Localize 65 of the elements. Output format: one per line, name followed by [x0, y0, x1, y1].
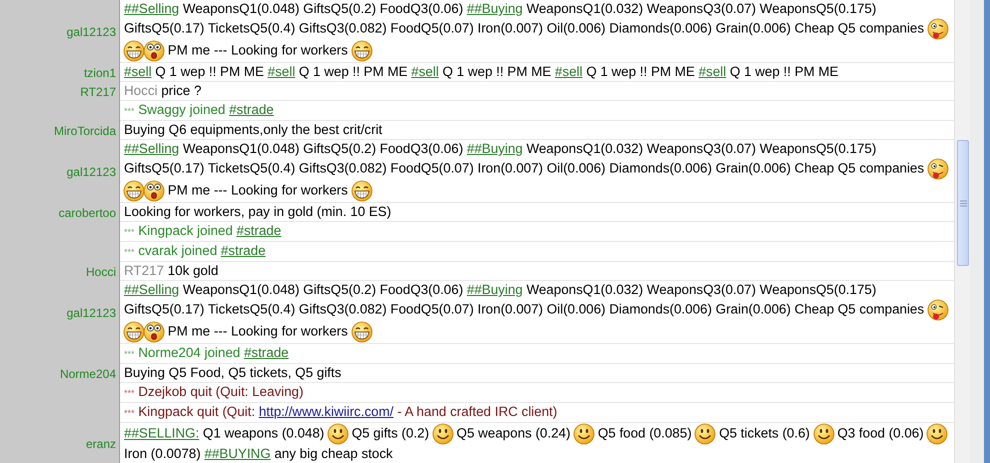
message-text: Buying Q6 equipments,only the best crit/crit: [124, 121, 384, 139]
channel-link[interactable]: ##Selling: [124, 141, 180, 156]
channel-link[interactable]: #sell: [268, 64, 296, 79]
shocked-emoji-icon: [143, 180, 165, 202]
channel-link[interactable]: ##Buying: [466, 282, 523, 297]
nickname[interactable]: MiroTorcida: [54, 124, 116, 138]
message-text: ##Selling WeaponsQ1(0.048) GiftsQ5(0.2) FoodQ3(0.06) ##Buying WeaponsQ1(0.032) WeaponsQ3(0.07) WeaponsQ5(0.175) GiftsQ5(0.17) TicketsQ5(0.4) GiftsQ3(0.082) FoodQ5(0.07) Iron(0.007) Oil(0.006) Diamonds(0.006) Grain(0.006) Cheap Q5 companies PM me --- Looking for workers: [124, 281, 950, 343]
shocked-emoji-icon: [143, 40, 165, 62]
smiley-icon: [812, 423, 835, 445]
join-notice: *** cvarak joined #strade: [124, 242, 267, 260]
nickname[interactable]: RT217: [80, 84, 116, 98]
channel-link[interactable]: #strade: [236, 223, 282, 238]
channel-link[interactable]: #sell: [124, 64, 152, 79]
grin-emoji-icon: [350, 321, 373, 343]
channel-link[interactable]: #sell: [554, 64, 582, 79]
channel-link[interactable]: #strade: [244, 345, 289, 360]
channel-link[interactable]: #sell: [411, 64, 439, 79]
grin-emoji-icon: [123, 40, 145, 62]
quit-notice: *** Kingpack quit (Quit: http://www.kiwiirc.com/ - A hand crafted IRC client): [124, 403, 558, 421]
smiley-icon: [926, 423, 948, 445]
channel-link[interactable]: ##Buying: [466, 141, 523, 156]
channel-link[interactable]: #strade: [220, 243, 266, 258]
channel-link[interactable]: ##Buying: [466, 1, 523, 16]
nickname[interactable]: gal12123: [66, 306, 116, 320]
smiley-icon: [432, 423, 454, 445]
nickname[interactable]: Hocci: [86, 264, 116, 278]
grip-icon: [960, 200, 966, 206]
join-notice: *** Swaggy joined #strade: [124, 101, 275, 119]
smiley-icon: [694, 423, 716, 445]
scrollbar-thumb[interactable]: [957, 140, 969, 266]
tongue-emoji-icon: [926, 18, 949, 40]
nickname[interactable]: carobertoo: [58, 206, 116, 220]
smiley-icon: [326, 423, 349, 445]
message-text: #sell Q 1 wep !! PM ME #sell Q 1 wep !! PM ME #sell Q 1 wep !! PM ME #sell Q 1 wep !! PM ME #sell Q 1 wep !! PM ME: [124, 63, 840, 81]
smiley-icon: [573, 423, 596, 445]
tongue-emoji-icon: [926, 299, 949, 321]
nickname[interactable]: eranz: [86, 436, 116, 450]
shocked-emoji-icon: [143, 321, 165, 343]
nickname[interactable]: Norme204: [60, 366, 116, 380]
message-text: Looking for workers, pay in gold (min. 10 ES): [124, 203, 392, 221]
message-text: ##Selling WeaponsQ1(0.048) GiftsQ5(0.2) FoodQ3(0.06) ##Buying WeaponsQ1(0.032) WeaponsQ3(0.07) WeaponsQ5(0.175) GiftsQ5(0.17) TicketsQ5(0.4) GiftsQ3(0.082) FoodQ5(0.07) Iron(0.007) Oil(0.006) Diamonds(0.006) Grain(0.006) Cheap Q5 companies PM me --- Looking for workers: [124, 0, 950, 62]
channel-link[interactable]: #strade: [229, 102, 274, 117]
grin-emoji-icon: [123, 180, 145, 202]
nickname[interactable]: gal12123: [66, 24, 116, 38]
nickname[interactable]: tzion1: [84, 66, 116, 80]
message-text: Hocci price ?: [124, 82, 202, 100]
join-notice: *** Norme204 joined #strade: [124, 344, 290, 362]
grin-emoji-icon: [123, 321, 145, 343]
channel-link[interactable]: ##Selling: [124, 282, 180, 297]
channel-link[interactable]: ##Selling: [124, 1, 180, 16]
tongue-emoji-icon: [926, 158, 949, 180]
scrollbar-track[interactable]: [954, 0, 970, 463]
channel-link[interactable]: ##BUYING: [204, 446, 271, 461]
message-text: ##SELLING: Q1 weapons (0.048) Q5 gifts (0.2) Q5 weapons (0.24) Q5 food (0.085) Q5 tickets (0.6) Q3 food (0.06) Iron (0.0078) ##BUYING any big cheap stock: [124, 423, 950, 463]
grin-emoji-icon: [350, 180, 373, 202]
message-text: ##Selling WeaponsQ1(0.048) GiftsQ5(0.2) FoodQ3(0.06) ##Buying WeaponsQ1(0.032) WeaponsQ3(0.07) WeaponsQ5(0.175) GiftsQ5(0.17) TicketsQ5(0.4) GiftsQ3(0.082) FoodQ5(0.07) Iron(0.007) Oil(0.006) Diamonds(0.006) Grain(0.006) Cheap Q5 companies PM me --- Looking for workers: [124, 140, 950, 202]
channel-link[interactable]: #sell: [698, 64, 726, 79]
channel-link[interactable]: ##SELLING:: [124, 426, 200, 441]
message-text: RT217 10k gold: [124, 262, 220, 280]
grin-emoji-icon: [350, 40, 373, 62]
message-text: Buying Q5 Food, Q5 tickets, Q5 gifts: [124, 364, 342, 382]
quit-notice: *** Dzejkob quit (Quit: Leaving): [124, 383, 304, 401]
nickname[interactable]: gal12123: [66, 164, 116, 178]
join-notice: *** Kingpack joined #strade: [124, 222, 282, 240]
web-link[interactable]: http://www.kiwiirc.com/: [258, 404, 394, 419]
